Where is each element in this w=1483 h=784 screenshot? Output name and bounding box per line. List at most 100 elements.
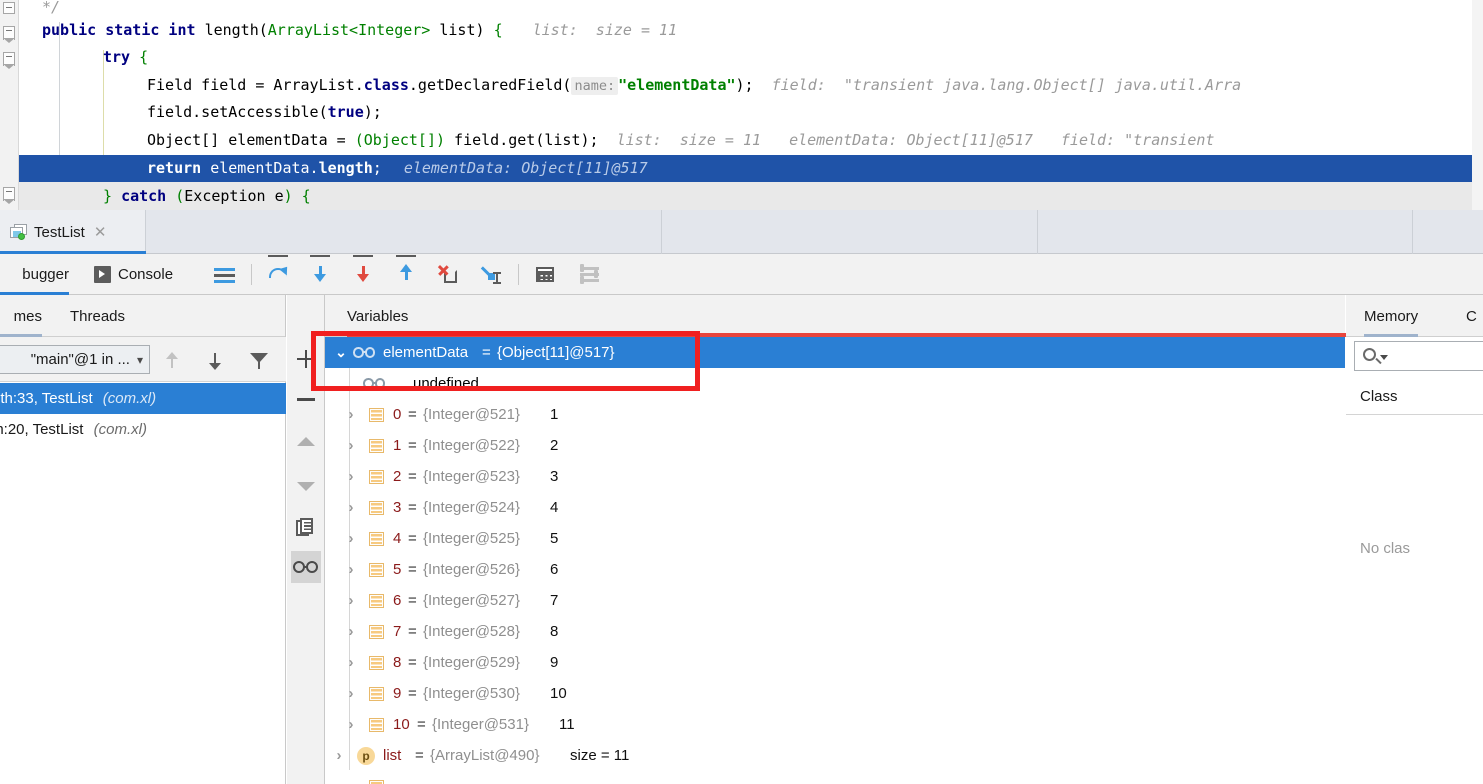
tab-frames[interactable]: mes [0,295,42,337]
step-over-icon[interactable] [264,254,292,288]
tab-debugger[interactable]: bugger [0,254,77,295]
variable-tail: size = 11 [570,747,630,764]
settings-icon[interactable] [575,261,603,288]
variables-row-index[interactable]: › 7 = {Integer@528} 8 [325,616,1345,647]
drop-frame-icon[interactable] [434,261,462,288]
fold-marker-icon[interactable] [3,52,15,69]
expand-toggle-icon[interactable]: › [343,585,359,616]
memory-column-label: Class [1360,388,1398,405]
copy-value-icon[interactable] [291,512,321,544]
fold-marker-icon[interactable] [3,187,15,204]
expand-toggle-icon[interactable]: › [331,740,347,771]
step-out-icon[interactable] [392,254,420,288]
code-signature: public static int length(ArrayList<Integ… [42,21,503,39]
expand-toggle-icon[interactable]: › [343,554,359,585]
code-line-current: return elementData.length; elementData: O… [19,155,1483,183]
expand-toggle-icon[interactable]: › [343,647,359,678]
expand-toggle-icon[interactable]: › [343,678,359,709]
frames-panel-header: mes Threads [0,295,285,337]
fold-marker-icon[interactable] [3,26,15,43]
expand-toggle-icon[interactable]: › [343,616,359,647]
variable-tail: 3 [550,468,559,485]
layout-settings-icon[interactable] [210,261,238,288]
variable-name: 0 [393,406,402,423]
variables-row-partial[interactable] [325,771,1345,784]
expand-toggle-icon[interactable]: › [343,523,359,554]
tab-next[interactable]: C [1466,295,1477,337]
frame-up-icon[interactable] [160,349,184,373]
variable-value: {Integer@525} [423,530,520,547]
variables-row-undefined[interactable]: undefined [325,368,1345,399]
variables-row-index[interactable]: › 1 = {Integer@522} 2 [325,430,1345,461]
tab-memory[interactable]: Memory [1364,295,1419,337]
variable-value: {Object[11]@517} [497,344,615,361]
ide-debugger-window: */ public static int length(ArrayList<In… [0,0,1483,784]
memory-column-header-class[interactable]: Class [1346,379,1483,415]
chevron-down-icon[interactable] [1380,355,1388,360]
variable-equals: = [482,344,491,361]
variables-row-index[interactable]: › 4 = {Integer@525} 5 [325,523,1345,554]
editor-vertical-scrollbar[interactable] [1472,0,1483,210]
editor-gutter[interactable] [0,0,19,210]
variable-value: {Integer@522} [423,437,520,454]
inspect-icon[interactable] [291,551,321,583]
code-line: } catch (Exception e) { [103,187,311,205]
variables-row-list[interactable]: › p list = {ArrayList@490} size = 11 [325,740,1345,771]
tab-testlist[interactable]: TestList ✕ [0,210,146,254]
variable-value: {Integer@523} [423,468,520,485]
variable-name: 7 [393,623,402,640]
array-element-icon [369,501,384,515]
code-text-area[interactable]: */ public static int length(ArrayList<In… [19,0,1483,210]
expand-toggle-icon[interactable]: › [343,492,359,523]
variable-equals: = [408,530,417,547]
run-to-cursor-icon[interactable] [476,261,504,288]
variable-tail: 1 [550,406,559,423]
move-down-icon[interactable] [291,470,321,502]
frame-row[interactable]: in:20, TestList (com.xl) [0,414,286,445]
frames-list[interactable]: gth:33, TestList (com.xl) in:20, TestLis… [0,383,286,784]
memory-empty-message: No clas [1360,540,1411,557]
remove-watch-icon[interactable] [291,383,321,415]
filter-icon[interactable] [247,349,271,373]
force-step-into-icon[interactable] [349,254,377,288]
tab-variables[interactable]: Variables [347,295,1354,337]
evaluate-expression-icon[interactable] [531,261,559,288]
thread-selector-dropdown[interactable]: "main"@1 in ... ▾ [0,345,150,374]
tab-threads[interactable]: Threads [70,295,125,337]
expand-toggle-icon[interactable]: › [343,709,359,740]
move-up-icon[interactable] [291,425,321,457]
tabstrip-empty-cell [1038,210,1413,254]
variables-row-index[interactable]: › 3 = {Integer@524} 4 [325,492,1345,523]
variables-tree[interactable]: ⌄ elementData = {Object[11]@517} undefin… [325,337,1345,784]
array-element-icon [369,563,384,577]
frame-down-icon[interactable] [203,349,227,373]
variables-row-index[interactable]: › 6 = {Integer@527} 7 [325,585,1345,616]
fold-marker-icon[interactable] [3,2,15,14]
variables-row-index[interactable]: › 2 = {Integer@523} 3 [325,461,1345,492]
variables-row-index[interactable]: › 9 = {Integer@530} 10 [325,678,1345,709]
close-icon[interactable]: ✕ [94,225,107,240]
tab-console[interactable]: Console [94,254,173,295]
tab-label: TestList [34,223,85,241]
variables-row-index[interactable]: › 5 = {Integer@526} 6 [325,554,1345,585]
variables-row-elementdata[interactable]: ⌄ elementData = {Object[11]@517} [325,337,1345,368]
expand-toggle-icon[interactable]: › [343,399,359,430]
variables-row-index[interactable]: › 8 = {Integer@529} 9 [325,647,1345,678]
variable-name: 8 [393,654,402,671]
watch-glasses-icon [353,347,376,359]
frame-row[interactable]: gth:33, TestList (com.xl) [0,383,286,414]
frames-panel: mes Threads "main"@1 in ... ▾ gth:33, Te… [0,295,286,784]
expand-toggle-icon[interactable]: › [343,461,359,492]
code-editor[interactable]: */ public static int length(ArrayList<In… [0,0,1483,210]
variables-row-index[interactable]: › 0 = {Integer@521} 1 [325,399,1345,430]
inline-debug-hint: field: "transient [1060,131,1215,149]
variable-equals: = [408,654,417,671]
add-watch-icon[interactable] [291,343,321,375]
variables-row-index[interactable]: › 10 = {Integer@531} 11 [325,709,1345,740]
step-into-icon[interactable] [306,254,334,288]
expand-toggle-icon[interactable]: › [343,430,359,461]
memory-search-input[interactable] [1354,341,1483,371]
variable-value: {Integer@529} [423,654,520,671]
search-icon [1363,348,1376,361]
expand-toggle-icon[interactable]: ⌄ [333,337,349,368]
